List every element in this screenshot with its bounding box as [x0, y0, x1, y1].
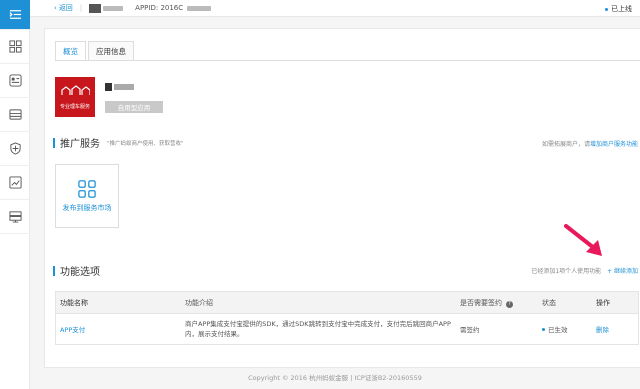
- divider: |: [79, 4, 83, 12]
- header-name: 功能名称: [60, 298, 88, 307]
- status-dot-icon: [605, 7, 608, 11]
- app-logo: 专业理车服务: [55, 77, 95, 117]
- tab-app-info[interactable]: 应用信息: [88, 41, 134, 60]
- tab-overview[interactable]: 概览: [55, 41, 86, 61]
- grid-icon: [78, 179, 96, 198]
- database-icon: [8, 211, 22, 223]
- features-section-title: 功能选项: [53, 263, 100, 278]
- back-label: 返回: [58, 4, 73, 12]
- feature-sign: 需签约: [460, 326, 480, 334]
- sidebar: [0, 0, 30, 389]
- back-link[interactable]: ‹ 返回: [54, 3, 73, 13]
- delete-link[interactable]: 删除: [592, 324, 638, 334]
- continue-add-link[interactable]: + 继续添加: [607, 268, 638, 275]
- app-window-icon: [8, 74, 22, 87]
- info-icon[interactable]: ?: [506, 300, 513, 308]
- header-status: 状态: [542, 298, 556, 307]
- sidebar-item-analytics[interactable]: [0, 166, 30, 200]
- footer: Copyright © 2016 杭州蚂蚁金服 | ICP证浙B2-201605…: [248, 374, 422, 382]
- app-status: 已上线: [605, 4, 632, 14]
- menu-icon: [8, 10, 21, 19]
- feature-status: 已生效: [538, 324, 592, 334]
- building-logo-icon: [61, 84, 90, 95]
- header-intro: 功能介绍: [185, 298, 213, 307]
- features-title: 功能选项: [60, 267, 100, 278]
- status-dot-icon: [542, 327, 545, 331]
- promo-title: 推广服务: [60, 139, 100, 150]
- features-table: 功能名称 功能介绍 是否需要签约? 状态 操作 APP支付 商户APP集成支付宝…: [55, 291, 639, 345]
- publish-to-market-card[interactable]: 发布到服务市场: [55, 164, 119, 228]
- chart-icon: [8, 176, 22, 189]
- promo-right-note: 如需拓展商户，请增加商户服务功能: [542, 139, 638, 148]
- promo-note-prefix: 如需拓展商户，请: [541, 141, 590, 148]
- header-action: 操作: [596, 298, 610, 307]
- header-sign: 是否需要签约?: [456, 298, 538, 308]
- feature-status-label: 已生效: [548, 326, 568, 334]
- sidebar-item-security[interactable]: [0, 132, 30, 166]
- table-row: APP支付 商户APP集成支付宝提供的SDK，通过SDK跳转到支付宝中完成支付，…: [56, 314, 638, 344]
- menu-toggle-button[interactable]: [0, 0, 30, 30]
- feature-name-link[interactable]: APP支付: [56, 324, 181, 334]
- tab-divider: [55, 60, 640, 61]
- publish-card-label: 发布到服务市场: [62, 203, 112, 212]
- sidebar-item-apps[interactable]: [0, 64, 30, 98]
- server-icon: [8, 109, 22, 120]
- appid-label: APPID: 2016C: [135, 4, 184, 12]
- section-accent-bar: [53, 265, 55, 276]
- sidebar-item-database[interactable]: [0, 200, 30, 234]
- tab-bar: 概览 应用信息: [55, 41, 136, 61]
- add-merchant-service-link[interactable]: 增加商户服务功能: [590, 141, 638, 148]
- header-sign-label: 是否需要签约: [460, 298, 502, 307]
- app-thumbnail: [89, 3, 102, 13]
- shield-icon: [9, 142, 21, 155]
- logo-text: 专业理车服务: [59, 103, 90, 110]
- features-count-note: 已经添加1项个人使用功能: [531, 268, 602, 275]
- app-name-redacted: [105, 83, 134, 91]
- table-header: 功能名称 功能介绍 是否需要签约? 状态 操作: [56, 292, 638, 314]
- grid-icon: [8, 40, 22, 53]
- features-right-note: 已经添加1项个人使用功能 + 继续添加: [531, 266, 638, 275]
- feature-intro: 商户APP集成支付宝提供的SDK，通过SDK跳转到支付宝中完成支付，支付完后跳回…: [185, 320, 451, 338]
- main-panel: 概览 应用信息 专业理车服务 自用型应用 推广服务 "推广蚂蚁商户使用、获取营收…: [44, 28, 640, 368]
- chevron-left-icon: ‹: [54, 4, 57, 12]
- sidebar-item-server[interactable]: [0, 98, 30, 132]
- app-status-label: 已上线: [611, 5, 632, 13]
- promo-subtitle: "推广蚂蚁商户使用、获取营收": [107, 140, 184, 147]
- app-name-redacted: [103, 5, 124, 11]
- annotation-arrow-icon: [564, 224, 602, 256]
- section-accent-bar: [53, 137, 55, 148]
- top-bar: ‹ 返回 | APPID: 2016C 已上线: [30, 0, 640, 17]
- app-type-badge: 自用型应用: [105, 101, 163, 113]
- appid-redacted: [187, 5, 212, 11]
- promo-section-title: 推广服务 "推广蚂蚁商户使用、获取营收": [53, 135, 184, 150]
- sidebar-item-dashboard[interactable]: [0, 30, 30, 64]
